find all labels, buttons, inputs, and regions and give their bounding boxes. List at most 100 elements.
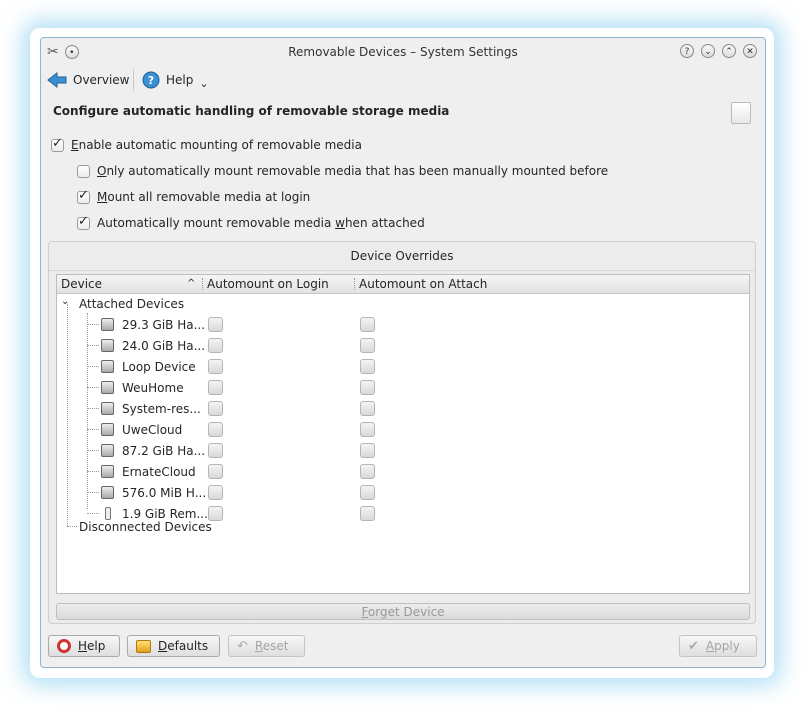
settings-window: ✂ • Removable Devices – System Settings … [40, 37, 766, 668]
automount-attach-toggle[interactable] [360, 401, 375, 416]
tree-branch-line [67, 304, 68, 526]
column-login[interactable]: Automount on Login [207, 277, 329, 291]
only-manual-label: Only automatically mount removable media… [97, 164, 609, 178]
help-button-label: Help [78, 639, 106, 653]
forget-device-button[interactable]: Forget Device [56, 603, 750, 620]
hard-disk-icon [101, 381, 114, 394]
help-label: Help [166, 73, 194, 87]
overview-label: Overview [73, 73, 130, 87]
mount-attach-checkbox[interactable] [77, 214, 90, 230]
help-menu-button[interactable]: ? Help ⌄ [142, 67, 209, 93]
help-context-icon[interactable]: ? [680, 44, 694, 58]
automount-attach-toggle[interactable] [360, 422, 375, 437]
device-overrides-title: Device Overrides [350, 249, 454, 263]
hard-disk-icon [101, 444, 114, 457]
automount-login-toggle[interactable] [208, 443, 223, 458]
device-name: 24.0 GiB Ha... [122, 338, 206, 353]
attached-devices-node[interactable]: ⌄ Attached Devices [61, 293, 184, 314]
device-row[interactable]: 87.2 GiB Ha... [101, 440, 205, 461]
automount-attach-toggle[interactable] [360, 359, 375, 374]
only-manual-checkbox[interactable] [77, 164, 90, 178]
automount-attach-toggle[interactable] [360, 380, 375, 395]
hard-disk-icon [101, 402, 114, 415]
automount-login-toggle[interactable] [208, 359, 223, 374]
toolbar: Overview ? Help ⌄ [41, 65, 765, 97]
defaults-icon [136, 639, 151, 653]
hard-disk-icon [101, 318, 114, 331]
page-heading: Configure automatic handling of removabl… [53, 104, 450, 118]
tree-branch-line [87, 492, 99, 493]
mount-attach-option[interactable]: Automatically mount removable media when… [77, 214, 425, 230]
device-name: 87.2 GiB Ha... [122, 443, 206, 458]
automount-attach-toggle[interactable] [360, 338, 375, 353]
back-arrow-icon [47, 72, 67, 88]
enable-automount-checkbox[interactable] [51, 136, 64, 152]
defaults-button-label: Defaults [158, 639, 209, 653]
device-row[interactable]: ErnateCloud [101, 461, 196, 482]
automount-login-toggle[interactable] [208, 338, 223, 353]
device-row[interactable]: WeuHome [101, 377, 184, 398]
automount-login-toggle[interactable] [208, 401, 223, 416]
device-name: UweCloud [122, 422, 183, 437]
close-icon[interactable]: ✕ [743, 44, 757, 58]
disconnected-devices-node[interactable]: Disconnected Devices [79, 516, 212, 537]
device-overrides-group: Device Overrides Device ^ Automount on L… [48, 241, 756, 624]
undo-icon: ↶ [237, 638, 248, 654]
tree-branch-line [87, 366, 99, 367]
checkmark-icon: ✔ [688, 638, 699, 654]
group-separator [49, 270, 755, 271]
maximize-icon[interactable]: ⌃ [722, 44, 736, 58]
apply-button[interactable]: ✔ Apply [679, 635, 757, 657]
automount-login-toggle[interactable] [208, 422, 223, 437]
hard-disk-icon [101, 486, 114, 499]
automount-attach-toggle[interactable] [360, 443, 375, 458]
mount-login-option[interactable]: Mount all removable media at login [77, 188, 311, 204]
device-row[interactable]: 24.0 GiB Ha... [101, 335, 205, 356]
sort-ascending-icon[interactable]: ^ [187, 278, 195, 289]
tree-branch-line [87, 450, 99, 451]
automount-attach-toggle[interactable] [360, 317, 375, 332]
device-row[interactable]: System-res... [101, 398, 201, 419]
device-name: Loop Device [122, 359, 196, 374]
device-name: System-res... [122, 401, 201, 416]
device-row[interactable]: 29.3 GiB Ha... [101, 314, 205, 335]
defaults-button[interactable]: Defaults [127, 635, 220, 657]
enable-automount-label: Enable automatic mounting of removable m… [71, 138, 362, 152]
chevron-down-icon[interactable]: ⌄ [61, 296, 75, 307]
device-row[interactable]: Loop Device [101, 356, 196, 377]
reset-button-label: Reset [254, 639, 289, 653]
enable-automount-option[interactable]: Enable automatic mounting of removable m… [51, 136, 362, 152]
attached-devices-label: Attached Devices [79, 296, 185, 311]
device-row[interactable]: UweCloud [101, 419, 182, 440]
column-device[interactable]: Device [61, 277, 102, 291]
device-name: 576.0 MiB H... [122, 485, 207, 500]
help-lifebuoy-icon [57, 639, 71, 653]
automount-attach-toggle[interactable] [360, 485, 375, 500]
automount-login-toggle[interactable] [208, 380, 223, 395]
tree-branch-line [87, 324, 99, 325]
automount-login-toggle[interactable] [208, 464, 223, 479]
svg-text:?: ? [148, 74, 154, 87]
column-attach[interactable]: Automount on Attach [359, 277, 487, 291]
reset-button[interactable]: ↶ Reset [228, 635, 305, 657]
automount-attach-toggle[interactable] [360, 464, 375, 479]
hard-disk-icon [101, 465, 114, 478]
only-manual-option[interactable]: Only automatically mount removable media… [77, 164, 608, 178]
automount-attach-toggle[interactable] [360, 506, 375, 521]
tree-branch-line [87, 387, 99, 388]
device-name: ErnateCloud [122, 464, 196, 479]
overview-button[interactable]: Overview [47, 67, 130, 93]
tree-branch-line [87, 429, 99, 430]
minimize-icon[interactable]: ⌄ [701, 44, 715, 58]
mount-login-label: Mount all removable media at login [97, 190, 311, 204]
device-row[interactable]: 576.0 MiB H... [101, 482, 206, 503]
help-button[interactable]: Help [48, 635, 120, 657]
title-bar[interactable]: ✂ • Removable Devices – System Settings … [41, 38, 765, 65]
hard-disk-icon [101, 360, 114, 373]
disconnected-devices-label: Disconnected Devices [79, 519, 212, 534]
automount-login-toggle[interactable] [208, 317, 223, 332]
automount-login-toggle[interactable] [208, 485, 223, 500]
tree-branch-line [87, 408, 99, 409]
device-tree[interactable]: Device ^ Automount on Login Automount on… [56, 274, 750, 594]
mount-login-checkbox[interactable] [77, 188, 90, 204]
